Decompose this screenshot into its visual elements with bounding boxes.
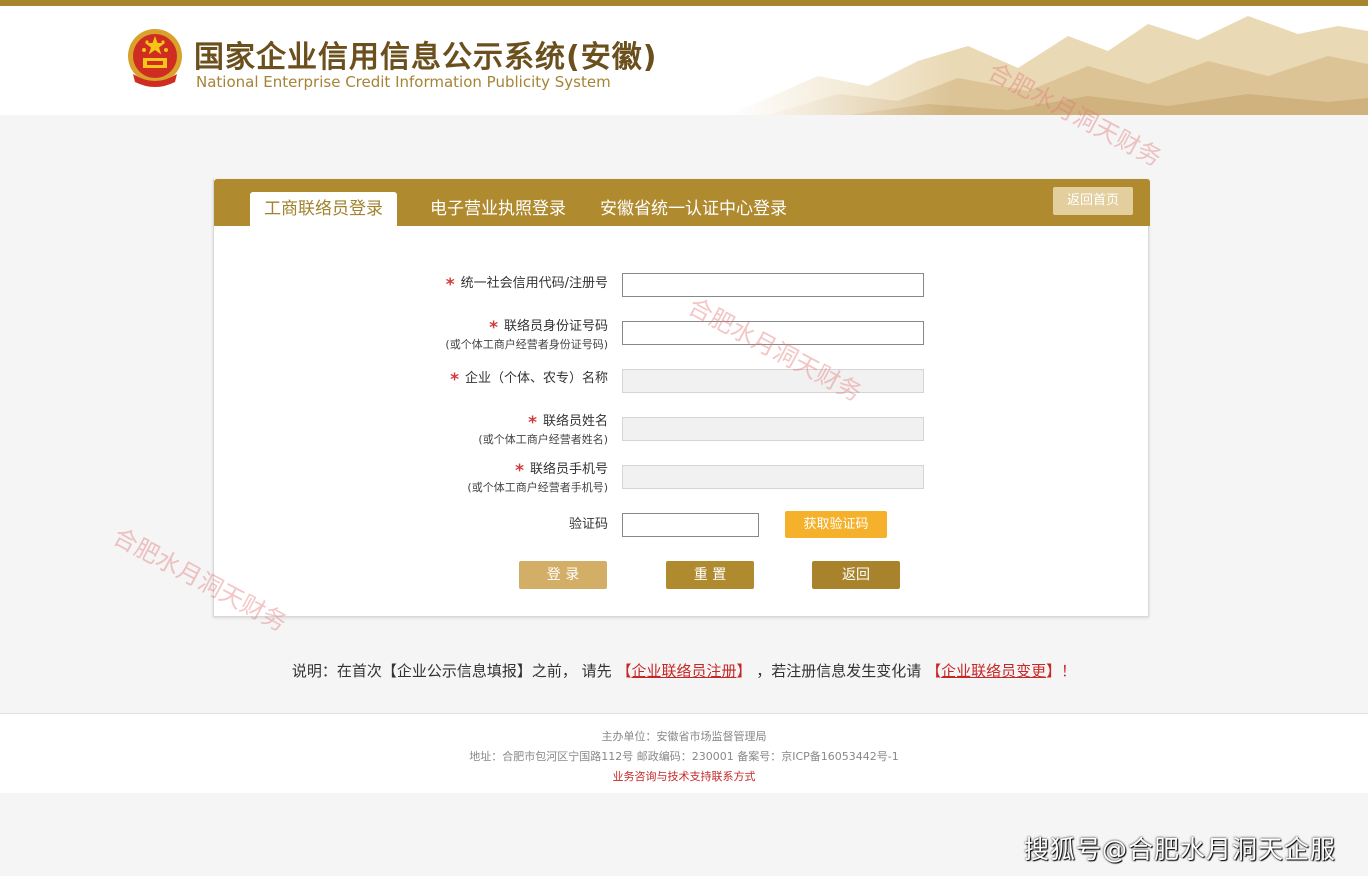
credit-code-input[interactable] xyxy=(622,273,924,297)
site-title: 国家企业信用信息公示系统(安徽) xyxy=(194,40,658,75)
site-title-english: National Enterprise Credit Information P… xyxy=(196,73,611,91)
site-header: 国家企业信用信息公示系统(安徽) National Enterprise Cre… xyxy=(0,6,1368,115)
phone-label: * 联络员手机号 (或个体工商户经营者手机号) xyxy=(467,461,608,494)
sohu-account-watermark: 搜狐号@合肥水月洞天企服 xyxy=(1023,835,1336,864)
footer-support-link[interactable]: 业务咨询与技术支持联系方式 xyxy=(0,768,1368,784)
login-button[interactable]: 登 录 xyxy=(519,561,607,589)
login-card: 工商联络员登录 电子营业执照登录 安徽省统一认证中心登录 返回首页 * 统一社会信… xyxy=(213,179,1150,617)
id-number-label: * 联络员身份证号码 (或个体工商户经营者身份证号码) xyxy=(445,318,608,351)
mountain-landscape-decoration xyxy=(728,6,1368,115)
footer-address: 地址：合肥市包河区宁国路112号 邮政编码：230001 备案号：京ICP备16… xyxy=(469,750,899,763)
reset-button[interactable]: 重 置 xyxy=(666,561,754,589)
tab-contact-login[interactable]: 工商联络员登录 xyxy=(250,192,397,226)
return-button[interactable]: 返回 xyxy=(812,561,900,589)
tab-unified-auth-login[interactable]: 安徽省统一认证中心登录 xyxy=(600,192,787,226)
login-tab-bar: 工商联络员登录 电子营业执照登录 安徽省统一认证中心登录 返回首页 xyxy=(214,179,1150,226)
id-number-input[interactable] xyxy=(622,321,924,345)
required-asterisk-icon: * xyxy=(528,413,537,433)
notice-text: 说明：在首次【企业公示信息填报】之前， 请先 【企业联络员注册】 ，若注册信息发… xyxy=(291,662,1077,680)
get-verification-code-button[interactable]: 获取验证码 xyxy=(785,511,887,538)
contact-change-link[interactable]: 企业联络员变更 xyxy=(941,662,1046,680)
contact-name-label: * 联络员姓名 (或个体工商户经营者姓名) xyxy=(478,413,608,446)
site-footer: 主办单位：安徽省市场监督管理局 地址：合肥市包河区宁国路112号 邮政编码：23… xyxy=(0,713,1368,793)
footer-host: 主办单位：安徽省市场监督管理局 xyxy=(601,730,767,743)
required-asterisk-icon: * xyxy=(489,318,498,338)
captcha-label: 验证码 xyxy=(568,517,608,532)
captcha-input[interactable] xyxy=(622,513,759,537)
credit-code-label: * 统一社会信用代码/注册号 xyxy=(445,275,608,295)
phone-input[interactable] xyxy=(622,465,924,489)
back-to-home-button[interactable]: 返回首页 xyxy=(1053,187,1133,215)
required-asterisk-icon: * xyxy=(515,461,524,481)
required-asterisk-icon: * xyxy=(445,275,455,295)
company-name-label: * 企业（个体、农专）名称 xyxy=(450,370,608,390)
required-asterisk-icon: * xyxy=(450,370,459,390)
contact-name-input[interactable] xyxy=(622,417,924,441)
contact-register-link[interactable]: 企业联络员注册 xyxy=(631,662,736,680)
national-emblem-icon xyxy=(128,29,182,87)
tab-e-license-login[interactable]: 电子营业执照登录 xyxy=(430,192,566,226)
company-name-input[interactable] xyxy=(622,369,924,393)
